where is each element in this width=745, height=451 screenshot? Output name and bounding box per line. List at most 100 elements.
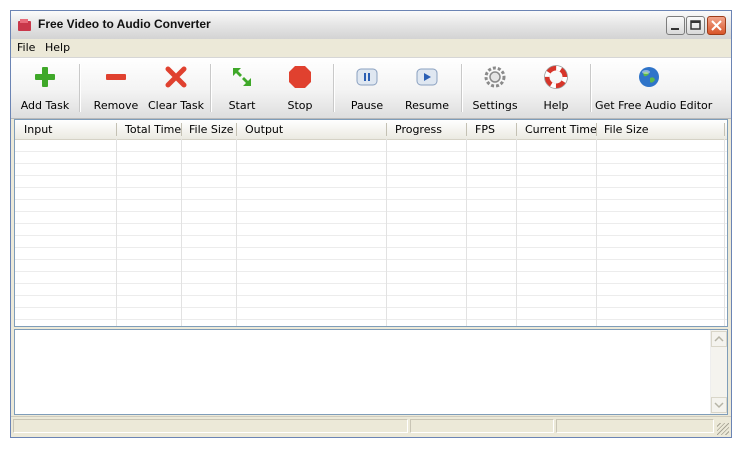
grid-row-line [15, 151, 727, 152]
column-header-fps[interactable]: FPS [475, 123, 495, 136]
column-divider[interactable] [516, 123, 517, 136]
stop-icon [289, 66, 311, 88]
log-scrollbar[interactable] [710, 330, 727, 414]
column-header-input[interactable]: Input [24, 123, 52, 136]
grid-row-line [15, 259, 727, 260]
toolbar: Add Task Remove Clear Task Start Stop Pa… [11, 57, 731, 119]
grid-column-line [724, 139, 725, 326]
help-button[interactable]: Help [537, 58, 575, 118]
lifebuoy-icon [544, 65, 568, 89]
column-header-total-time[interactable]: Total Time [125, 123, 181, 136]
minus-icon [106, 74, 126, 80]
stop-label: Stop [287, 99, 313, 112]
start-button[interactable]: Start [221, 58, 263, 118]
maximize-button[interactable] [686, 16, 705, 35]
toolbar-separator [79, 64, 81, 112]
task-list[interactable]: Input Total Time File Size Output Progre… [14, 119, 728, 327]
pause-label: Pause [350, 99, 384, 112]
remove-label: Remove [93, 99, 139, 112]
grid-row-line [15, 247, 727, 248]
task-list-header: Input Total Time File Size Output Progre… [15, 120, 727, 140]
gear-icon [484, 66, 506, 88]
grid-column-line [386, 139, 387, 326]
column-divider[interactable] [466, 123, 467, 136]
maximize-icon [690, 20, 701, 30]
clear-task-label: Clear Task [147, 99, 204, 112]
red-x-icon [165, 66, 187, 88]
grid-row-line [15, 295, 727, 296]
settings-label: Settings [472, 99, 518, 112]
resume-button[interactable]: Resume [403, 58, 451, 118]
add-task-button[interactable]: Add Task [17, 58, 73, 118]
log-panel[interactable] [14, 329, 728, 415]
minimize-icon [671, 28, 679, 30]
grid-row-line [15, 187, 727, 188]
stop-button[interactable]: Stop [279, 58, 321, 118]
close-button[interactable] [707, 16, 726, 35]
grid-column-line [596, 139, 597, 326]
column-divider[interactable] [724, 123, 725, 136]
toolbar-separator [590, 64, 592, 112]
grid-row-line [15, 271, 727, 272]
menu-help[interactable]: Help [45, 41, 70, 54]
plus-icon [35, 67, 55, 87]
resume-label: Resume [404, 99, 450, 112]
column-divider[interactable] [116, 123, 117, 136]
close-icon [711, 20, 722, 31]
grid-column-line [181, 139, 182, 326]
grid-row-line [15, 235, 727, 236]
column-header-file-size[interactable]: File Size [189, 123, 233, 136]
remove-button[interactable]: Remove [91, 58, 141, 118]
scroll-down-button[interactable] [711, 397, 727, 413]
grid-row-line [15, 163, 727, 164]
pause-icon [356, 68, 378, 86]
title-bar[interactable]: Free Video to Audio Converter [11, 11, 731, 40]
status-pane-right [556, 419, 714, 433]
column-divider[interactable] [181, 123, 182, 136]
column-header-output[interactable]: Output [245, 123, 283, 136]
grid-column-line [236, 139, 237, 326]
get-free-audio-editor-label: Get Free Audio Editor [595, 99, 713, 112]
minimize-button[interactable] [666, 16, 685, 35]
play-icon [416, 68, 438, 86]
settings-button[interactable]: Settings [471, 58, 519, 118]
grid-column-line [516, 139, 517, 326]
chevron-down-icon [714, 402, 724, 409]
grid-row-line [15, 319, 727, 320]
add-task-label: Add Task [20, 99, 70, 112]
grid-row-line [15, 223, 727, 224]
toolbar-separator [461, 64, 463, 112]
grid-row-line [15, 199, 727, 200]
app-window: Free Video to Audio Converter File Help … [10, 10, 732, 438]
resize-grip[interactable] [717, 423, 729, 435]
grid-row-line [15, 283, 727, 284]
grid-row-line [15, 175, 727, 176]
grid-row-line [15, 307, 727, 308]
pause-button[interactable]: Pause [345, 58, 389, 118]
grid-column-line [466, 139, 467, 326]
status-pane-middle [410, 419, 554, 433]
column-header-file-size-2[interactable]: File Size [604, 123, 648, 136]
app-logo-icon [18, 19, 31, 31]
status-pane-main [13, 419, 408, 433]
column-divider[interactable] [236, 123, 237, 136]
column-divider[interactable] [596, 123, 597, 136]
column-divider[interactable] [386, 123, 387, 136]
toolbar-separator [333, 64, 335, 112]
chevron-up-icon [714, 335, 724, 342]
grid-column-line [116, 139, 117, 326]
get-free-audio-editor-button[interactable]: Get Free Audio Editor [595, 58, 713, 118]
clear-task-button[interactable]: Clear Task [147, 58, 205, 118]
scroll-up-button[interactable] [711, 331, 727, 347]
status-bar [11, 416, 731, 437]
toolbar-separator [210, 64, 212, 112]
column-header-progress[interactable]: Progress [395, 123, 442, 136]
menu-file[interactable]: File [17, 41, 35, 54]
globe-icon [639, 67, 659, 87]
column-header-current-time[interactable]: Current Time [525, 123, 597, 136]
help-label: Help [543, 99, 569, 112]
window-title: Free Video to Audio Converter [38, 17, 211, 31]
grid-row-line [15, 211, 727, 212]
start-label: Start [228, 99, 256, 112]
menu-bar: File Help [11, 39, 731, 57]
